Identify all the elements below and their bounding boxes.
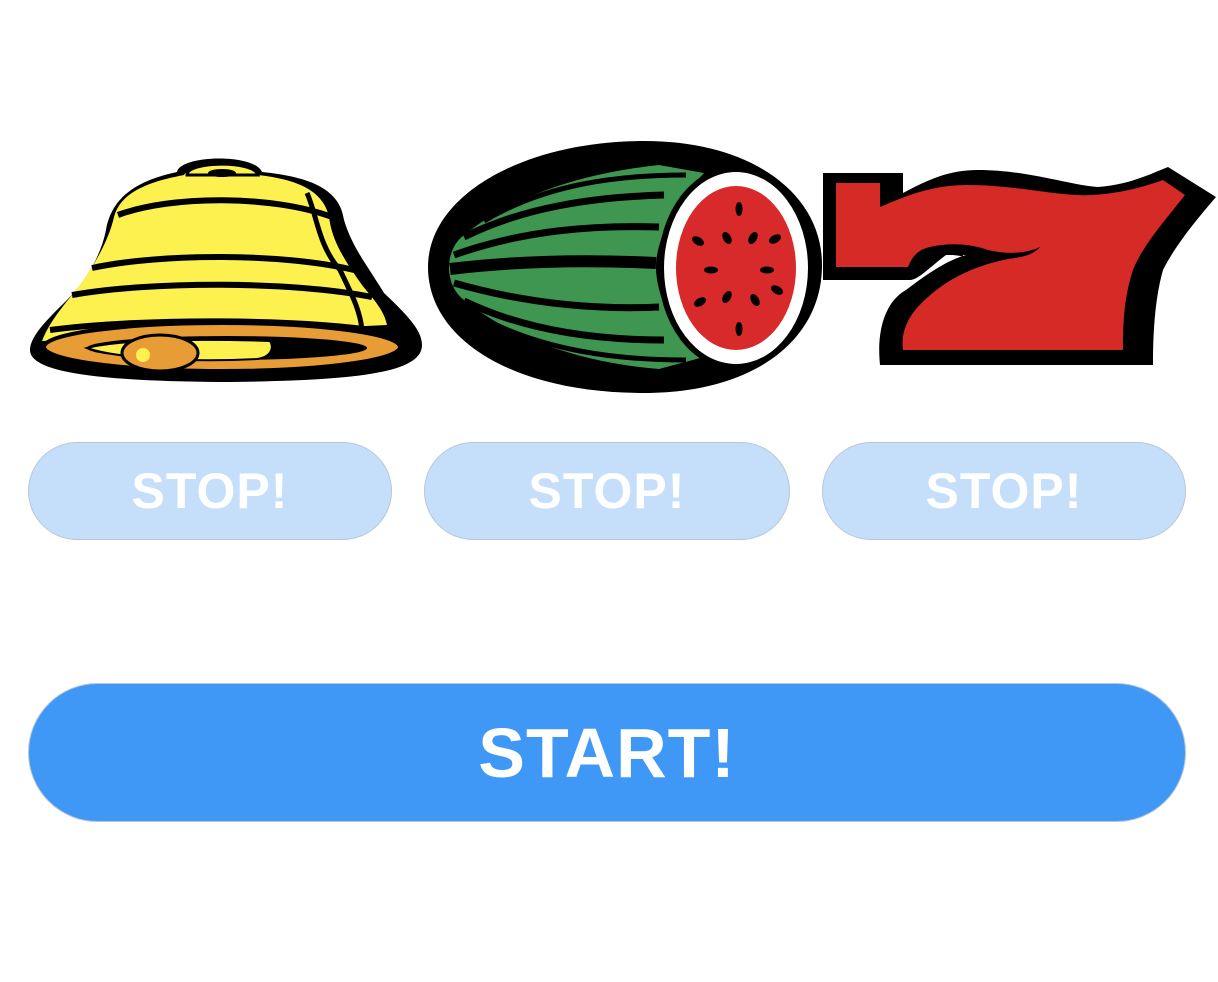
seven-icon (823, 167, 1216, 365)
stop-button-1[interactable]: STOP! (28, 442, 392, 540)
reel-2 (424, 135, 826, 395)
reel-3 (818, 135, 1218, 395)
reel-1 (22, 135, 432, 395)
start-button[interactable]: START! (28, 683, 1186, 822)
stop-button-2[interactable]: STOP! (424, 442, 790, 540)
stop-button-3[interactable]: STOP! (822, 442, 1186, 540)
bell-icon (30, 158, 422, 382)
watermelon-icon (428, 141, 822, 393)
